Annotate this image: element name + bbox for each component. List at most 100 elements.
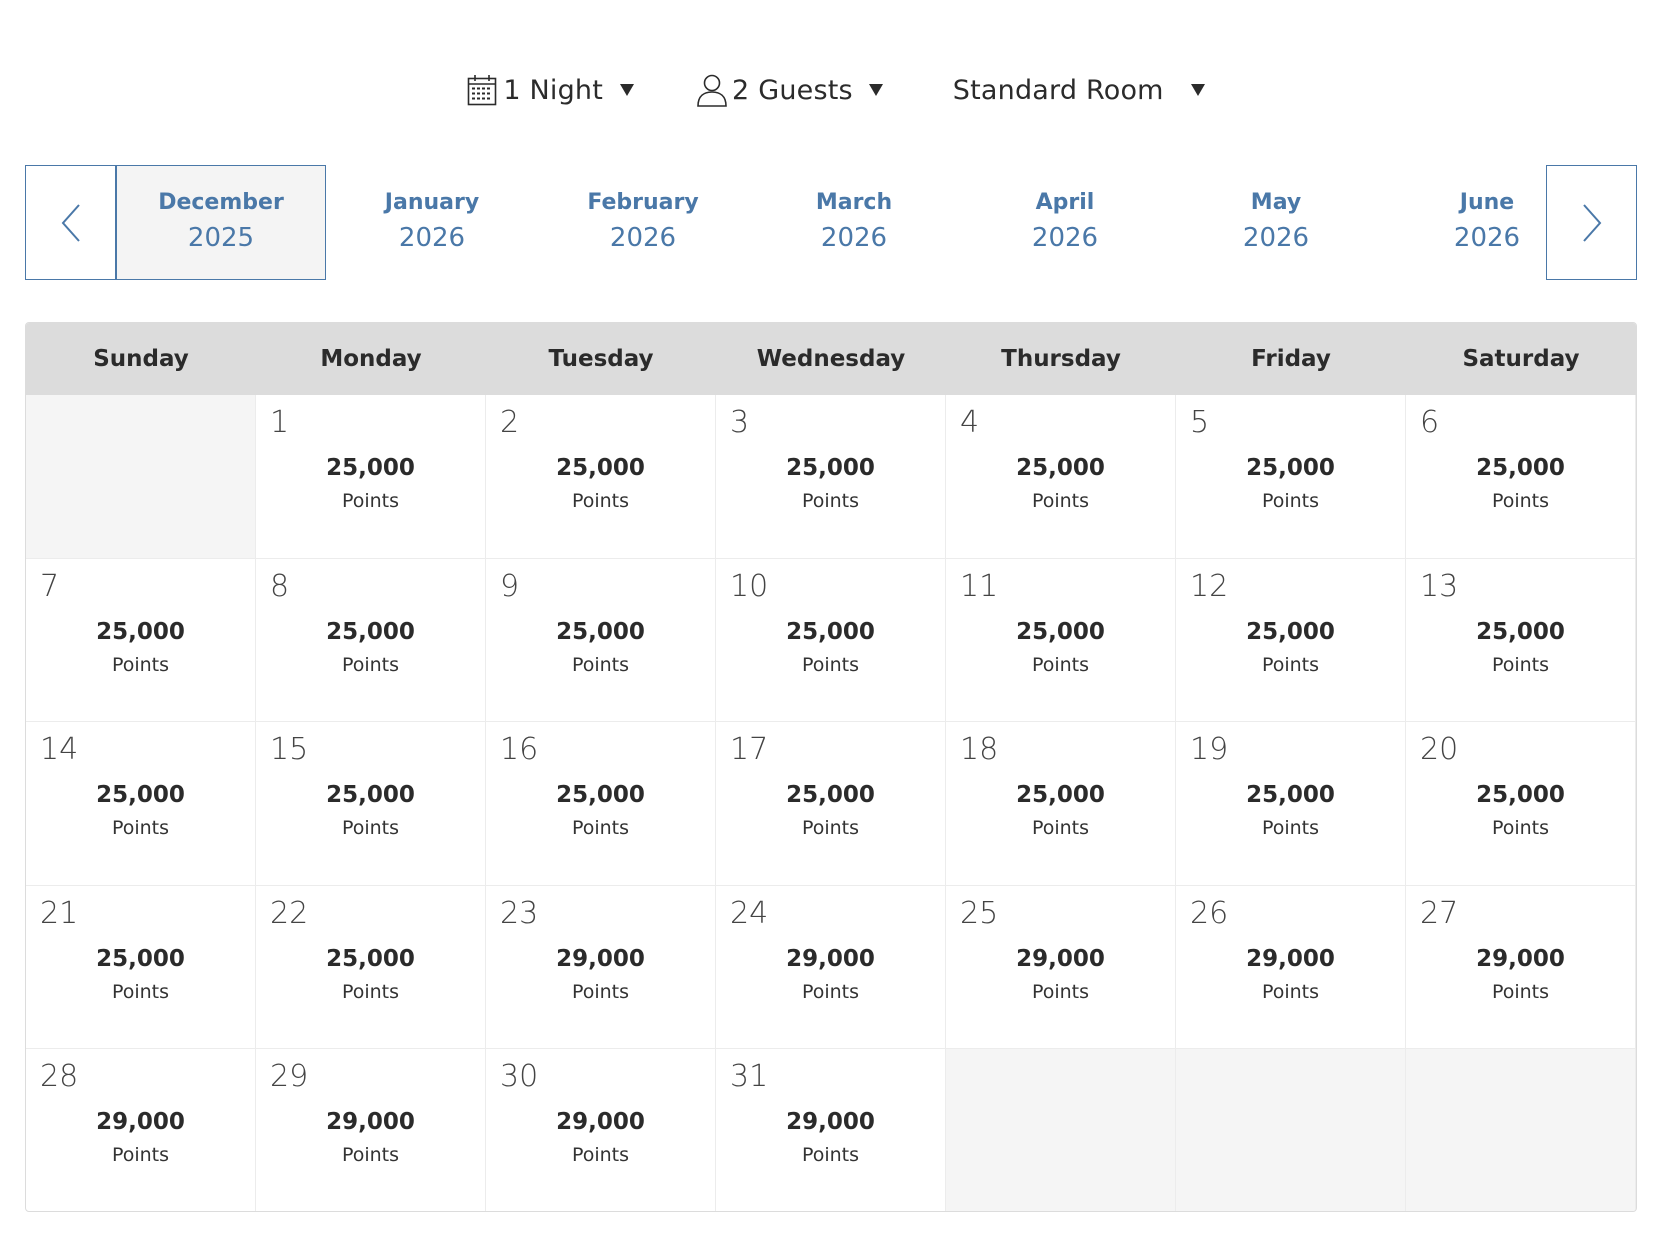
day-cell[interactable]: 4 25,000 Points <box>946 395 1176 559</box>
month-name: February <box>587 189 699 215</box>
day-number: 21 <box>40 895 79 931</box>
empty-day-cell <box>26 395 256 559</box>
day-cell[interactable]: 10 25,000 Points <box>716 558 946 723</box>
day-cell[interactable]: 22 25,000 Points <box>256 885 486 1050</box>
points-value: 29,000 <box>1016 945 1105 972</box>
points-value: 25,000 <box>96 945 185 972</box>
weekday-label: Sunday <box>93 346 189 372</box>
stay-filters: 1 Night 2 Guests Standard Room <box>0 62 1672 118</box>
day-cell[interactable]: 14 25,000 Points <box>26 722 256 886</box>
points-value: 29,000 <box>786 1109 875 1136</box>
empty-day-cell <box>1406 1049 1636 1211</box>
day-number: 16 <box>500 732 539 768</box>
points-value: 25,000 <box>326 618 415 645</box>
month-tab[interactable]: April 2026 <box>960 165 1170 280</box>
points-value: 25,000 <box>1246 618 1335 645</box>
day-cell[interactable]: 28 29,000 Points <box>26 1049 256 1211</box>
day-cell[interactable]: 11 25,000 Points <box>946 558 1176 723</box>
day-number: 28 <box>40 1059 79 1095</box>
weekday-label: Friday <box>1251 346 1331 372</box>
points-label: Points <box>341 490 400 512</box>
previous-month-button[interactable] <box>25 165 116 280</box>
day-cell[interactable]: 8 25,000 Points <box>256 558 486 723</box>
points-value: 25,000 <box>556 782 645 809</box>
day-number: 27 <box>1420 895 1459 931</box>
day-number: 29 <box>270 1059 309 1095</box>
day-number: 9 <box>500 568 520 604</box>
points-label: Points <box>111 1144 170 1167</box>
month-year: 2026 <box>1453 222 1521 253</box>
day-cell[interactable]: 17 25,000 Points <box>716 722 946 886</box>
chevron-left-icon <box>61 203 80 242</box>
month-selector: December 2025 January 2026 February 2026… <box>25 165 1637 280</box>
day-cell[interactable]: 27 29,000 Points <box>1406 885 1636 1050</box>
points-value: 29,000 <box>556 945 645 972</box>
day-number: 25 <box>960 895 999 931</box>
month-year: 2026 <box>820 222 888 253</box>
day-cell[interactable]: 16 25,000 Points <box>486 722 716 886</box>
points-value: 25,000 <box>1246 455 1335 481</box>
day-number: 13 <box>1420 568 1459 604</box>
day-number: 8 <box>270 568 290 604</box>
points-value: 25,000 <box>96 782 185 809</box>
month-tab[interactable]: December 2025 <box>116 165 326 280</box>
day-cell[interactable]: 23 29,000 Points <box>486 885 716 1050</box>
points-value: 25,000 <box>1016 782 1105 809</box>
nights-dropdown[interactable]: 1 Night <box>467 62 635 118</box>
day-cell[interactable]: 7 25,000 Points <box>26 558 256 723</box>
day-cell[interactable]: 31 29,000 Points <box>716 1049 946 1211</box>
day-cell[interactable]: 29 29,000 Points <box>256 1049 486 1211</box>
weekday-label: Saturday <box>1462 346 1580 372</box>
day-number: 7 <box>40 568 60 604</box>
day-cell[interactable]: 24 29,000 Points <box>716 885 946 1050</box>
day-cell[interactable]: 21 25,000 Points <box>26 885 256 1050</box>
day-number: 15 <box>270 732 309 768</box>
day-cell[interactable]: 13 25,000 Points <box>1406 558 1636 723</box>
chevron-right-icon <box>1582 203 1601 242</box>
day-cell[interactable]: 9 25,000 Points <box>486 558 716 723</box>
points-value: 25,000 <box>326 455 415 481</box>
day-number: 12 <box>1190 568 1229 604</box>
points-value: 25,000 <box>1476 455 1565 481</box>
weekday-label: Tuesday <box>548 346 654 372</box>
day-cell[interactable]: 2 25,000 Points <box>486 395 716 559</box>
points-label: Points <box>571 1144 630 1167</box>
points-value: 25,000 <box>786 618 875 645</box>
day-cell[interactable]: 20 25,000 Points <box>1406 722 1636 886</box>
day-number: 30 <box>500 1059 539 1095</box>
day-number: 22 <box>270 895 309 931</box>
day-cell[interactable]: 3 25,000 Points <box>716 395 946 559</box>
month-tab[interactable]: January 2026 <box>327 165 537 280</box>
points-label: Points <box>1261 490 1320 512</box>
day-cell[interactable]: 6 25,000 Points <box>1406 395 1636 559</box>
day-cell[interactable]: 26 29,000 Points <box>1176 885 1406 1050</box>
day-cell[interactable]: 1 25,000 Points <box>256 395 486 559</box>
day-cell[interactable]: 19 25,000 Points <box>1176 722 1406 886</box>
points-label: Points <box>571 653 630 676</box>
guests-label: 2 Guests <box>732 74 853 106</box>
day-cell[interactable]: 5 25,000 Points <box>1176 395 1406 559</box>
points-value: 25,000 <box>556 618 645 645</box>
points-label: Points <box>111 817 170 840</box>
points-label: Points <box>1031 490 1090 512</box>
person-icon <box>696 73 728 107</box>
points-label: Points <box>801 490 860 512</box>
month-tab[interactable]: February 2026 <box>538 165 748 280</box>
chevron-down-icon <box>620 84 635 96</box>
points-label: Points <box>571 980 630 1003</box>
day-cell[interactable]: 25 29,000 Points <box>946 885 1176 1050</box>
points-value: 25,000 <box>786 455 875 481</box>
day-cell[interactable]: 18 25,000 Points <box>946 722 1176 886</box>
points-value: 25,000 <box>1246 782 1335 809</box>
month-tab[interactable]: March 2026 <box>749 165 959 280</box>
day-cell[interactable]: 15 25,000 Points <box>256 722 486 886</box>
day-cell[interactable]: 30 29,000 Points <box>486 1049 716 1211</box>
day-cell[interactable]: 12 25,000 Points <box>1176 558 1406 723</box>
day-number: 6 <box>1420 405 1440 440</box>
next-month-button[interactable] <box>1546 165 1637 280</box>
guests-dropdown[interactable]: 2 Guests <box>696 62 883 118</box>
day-number: 3 <box>730 405 750 440</box>
room-type-dropdown[interactable]: Standard Room <box>953 62 1205 118</box>
month-tab[interactable]: May 2026 <box>1171 165 1381 280</box>
points-value: 29,000 <box>96 1109 185 1136</box>
